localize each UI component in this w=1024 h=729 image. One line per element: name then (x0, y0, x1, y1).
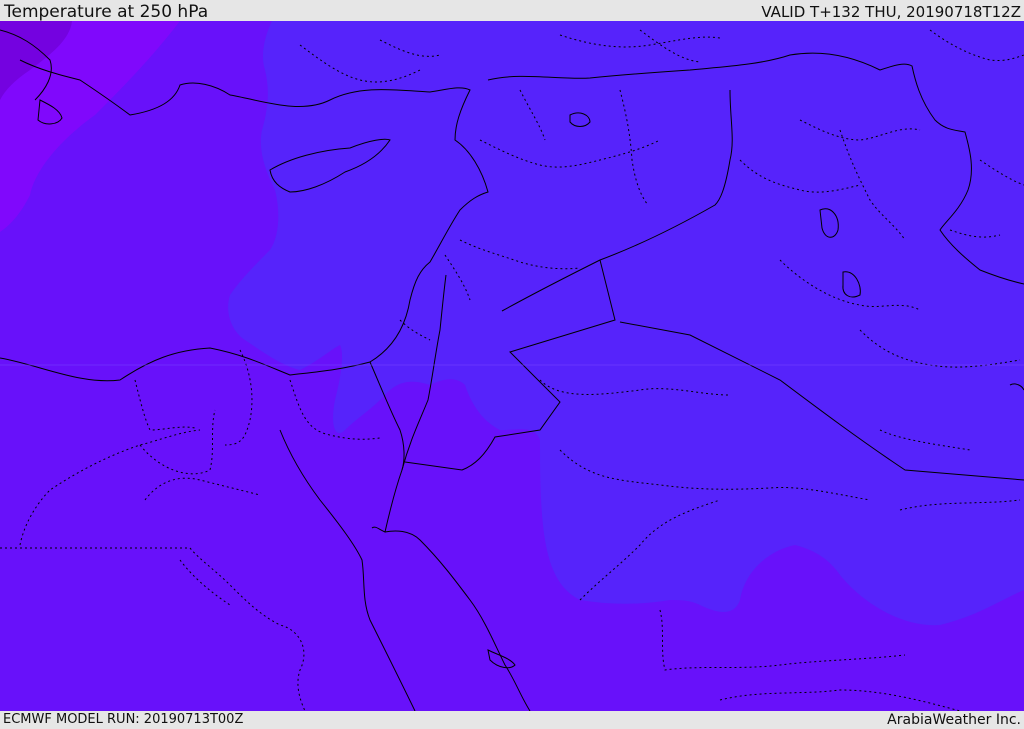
valid-time: VALID T+132 THU, 20190718T12Z (761, 3, 1021, 21)
map-canvas[interactable] (0, 21, 1024, 711)
map-title: Temperature at 250 hPa (4, 2, 209, 22)
temperature-map (0, 21, 1024, 711)
header-bar: Temperature at 250 hPa VALID T+132 THU, … (0, 0, 1024, 21)
model-run-label: ECMWF MODEL RUN: 20190713T00Z (3, 712, 244, 727)
credit-label: ArabiaWeather Inc. (887, 712, 1021, 728)
footer-bar: ECMWF MODEL RUN: 20190713T00Z ArabiaWeat… (0, 711, 1024, 729)
